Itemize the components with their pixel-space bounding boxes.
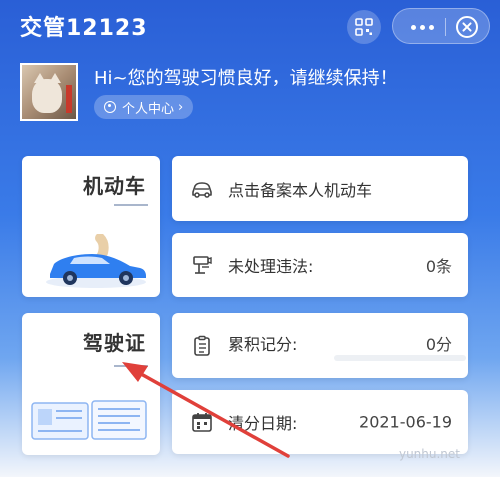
watermark-text: yunhu.net xyxy=(398,447,460,461)
red-arrow-annotation xyxy=(122,362,290,458)
